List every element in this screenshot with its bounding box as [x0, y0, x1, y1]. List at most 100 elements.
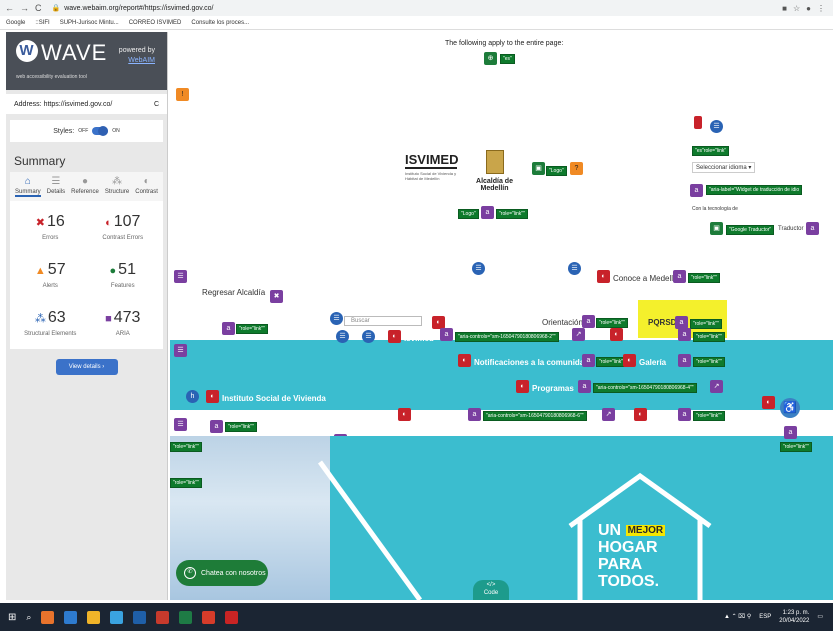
app-icon[interactable] — [110, 610, 124, 624]
contrast-error-marker-icon[interactable]: ◐ — [516, 380, 529, 393]
chrome-icon[interactable] — [202, 610, 216, 624]
structure-marker-icon[interactable]: ☰ — [174, 270, 187, 283]
tab-structure[interactable]: ⁂ Structure — [105, 176, 129, 197]
structure-marker-icon[interactable]: ☰ — [362, 330, 375, 343]
contrast-error-marker-icon[interactable]: ◐ — [623, 354, 636, 367]
aria-marker-icon[interactable]: ↗ — [710, 380, 723, 393]
language-feature-icon[interactable]: ⊕ — [484, 52, 497, 65]
webaim-link[interactable]: WebAIM — [128, 57, 155, 64]
programas-link[interactable]: Programas — [532, 384, 574, 393]
structure-marker-icon[interactable]: ☰ — [174, 418, 187, 431]
styles-toggle[interactable] — [92, 126, 109, 136]
structure-marker-icon[interactable]: ☰ — [174, 344, 187, 357]
forward-icon[interactable]: → — [20, 3, 29, 13]
view-details-button[interactable]: View details › — [55, 359, 118, 375]
word-icon[interactable] — [133, 610, 147, 624]
app-icon[interactable] — [64, 610, 78, 624]
notificaciones-link[interactable]: Notificaciones a la comunidad — [474, 358, 589, 367]
tray-icons[interactable]: ▲ ⌃ ⌧ ⚲ — [724, 613, 751, 621]
structure-marker-icon[interactable]: h — [186, 390, 199, 403]
error-marker-icon[interactable]: ✖ — [270, 290, 283, 303]
language-indicator[interactable]: ESP — [759, 613, 771, 621]
accessibility-button[interactable]: ♿ — [780, 398, 800, 418]
contrast-error-marker-icon[interactable]: ◐ — [388, 330, 401, 343]
structure-marker-icon[interactable]: ☰ — [472, 262, 485, 275]
bookmark-item[interactable]: Google — [6, 20, 25, 26]
reload-icon[interactable]: C — [35, 3, 42, 13]
chat-button[interactable]: ✆ Chatea con nosotros — [176, 560, 268, 586]
powerpoint-icon[interactable] — [156, 610, 170, 624]
profile-icon[interactable]: ● — [806, 4, 811, 13]
bookmark-item[interactable]: CORREO ISVIMED — [129, 20, 182, 26]
bookmark-item[interactable]: SUPH-Jurisoc Mintu... — [60, 20, 119, 26]
tab-details[interactable]: ☰ Details — [47, 176, 65, 197]
star-icon[interactable]: ☆ — [793, 4, 800, 13]
tab-reference[interactable]: ● Reference — [71, 176, 99, 197]
contrast-error-marker-icon[interactable]: ◐ — [458, 354, 471, 367]
contrast-error-marker-icon[interactable]: ◐ — [597, 270, 610, 283]
back-icon[interactable]: ← — [5, 3, 14, 13]
contrast-error-marker-icon[interactable]: ◐ — [762, 396, 775, 409]
clock[interactable]: 1:23 p. m. 20/04/2022 — [779, 609, 809, 625]
contrast-error-marker-icon[interactable]: ◐ — [634, 408, 647, 421]
isvimed-menu-link[interactable]: Isvimed — [404, 334, 434, 343]
aria-marker-icon[interactable]: a — [690, 184, 703, 197]
aria-marker-icon[interactable]: ↗ — [572, 328, 585, 341]
app-icon[interactable] — [41, 610, 55, 624]
taskbar: ⊞ ⌕ ▲ ⌃ ⌧ ⚲ ESP 1:23 p. m. 20/04/2022 ▭ — [0, 603, 833, 631]
tab-summary[interactable]: ⌂ Summary — [15, 176, 41, 197]
contrast-error-marker-icon[interactable]: ◐ — [206, 390, 219, 403]
excel-icon[interactable] — [179, 610, 193, 624]
aria-marker-icon[interactable]: a — [440, 328, 453, 341]
aria-marker-icon[interactable]: a — [678, 328, 691, 341]
address-bar[interactable]: 🔒 wave.webaim.org/report#/https://isvime… — [52, 2, 783, 14]
search-input[interactable]: Buscar — [344, 316, 422, 326]
search-icon[interactable]: ⌕ — [26, 612, 31, 623]
alert-marker-icon[interactable]: ! — [176, 88, 189, 101]
image-feature-icon[interactable]: ▣ — [532, 162, 545, 175]
isvimed-logo[interactable]: ISVIMED Instituto Social de Vivienda y H… — [405, 152, 458, 181]
aria-marker-icon[interactable]: a — [678, 354, 691, 367]
aria-marker-icon[interactable]: a — [222, 322, 235, 335]
structure-marker-icon[interactable]: ☰ — [568, 262, 581, 275]
folder-icon[interactable] — [87, 610, 101, 624]
aria-marker-icon[interactable]: a — [210, 420, 223, 433]
structure-marker-icon[interactable]: ☰ — [330, 312, 343, 325]
aria-marker-icon[interactable]: a — [806, 222, 819, 235]
aria-marker-icon[interactable]: a — [481, 206, 494, 219]
aria-marker-icon[interactable]: a — [578, 380, 591, 393]
medellin-logo[interactable]: Alcaldía de Medellín — [467, 150, 522, 192]
structure-marker-icon[interactable]: ☰ — [336, 330, 349, 343]
galeria-link[interactable]: Galería — [639, 358, 666, 367]
address-input[interactable]: https://isvimed.gov.co/ — [44, 101, 113, 108]
stat-errors: ✖ 16 Errors — [35, 213, 65, 241]
regresar-link[interactable]: Regresar Alcaldía — [202, 288, 265, 297]
aria-marker-icon[interactable]: a — [468, 408, 481, 421]
wave-logo[interactable]: W WAVE — [16, 40, 107, 66]
menu-icon[interactable]: ⋮ — [817, 4, 825, 13]
extension-icon[interactable]: ■ — [782, 4, 787, 13]
aria-marker-icon[interactable]: a — [784, 426, 797, 439]
pdf-icon[interactable] — [225, 610, 239, 624]
image-feature-icon[interactable]: ▣ — [710, 222, 723, 235]
refresh-icon[interactable]: C — [154, 101, 159, 108]
aria-marker-icon[interactable]: ↗ — [602, 408, 615, 421]
language-select[interactable]: Seleccionar idioma ▾ — [692, 162, 756, 173]
contrast-error-marker-icon[interactable]: ◐ — [398, 408, 411, 421]
contrast-error-marker-icon[interactable]: ◐ — [610, 328, 623, 341]
windows-start-icon[interactable]: ⊞ — [8, 612, 16, 623]
notification-icon[interactable]: ▭ — [817, 613, 823, 621]
aria-marker-icon[interactable]: a — [678, 408, 691, 421]
alert-marker-icon[interactable]: ? — [570, 162, 583, 175]
conoce-link[interactable]: Conoce a Medellín — [613, 274, 680, 283]
aria-marker-icon[interactable]: a — [582, 354, 595, 367]
bookmark-item[interactable]: Consulte los proces... — [191, 20, 249, 26]
code-button[interactable]: </> Code — [473, 580, 509, 600]
tab-contrast[interactable]: ◐ Contrast — [135, 176, 158, 197]
aria-marker-icon[interactable]: a — [673, 270, 686, 283]
pqrsd-link[interactable]: PQRSD — [648, 318, 676, 327]
structure-marker-icon[interactable]: ☰ — [710, 120, 723, 133]
bookmark-item[interactable]: ::SIFI — [35, 20, 49, 26]
orientacion-link[interactable]: Orientación — [542, 318, 583, 327]
aria-marker-icon[interactable]: a — [582, 315, 595, 328]
